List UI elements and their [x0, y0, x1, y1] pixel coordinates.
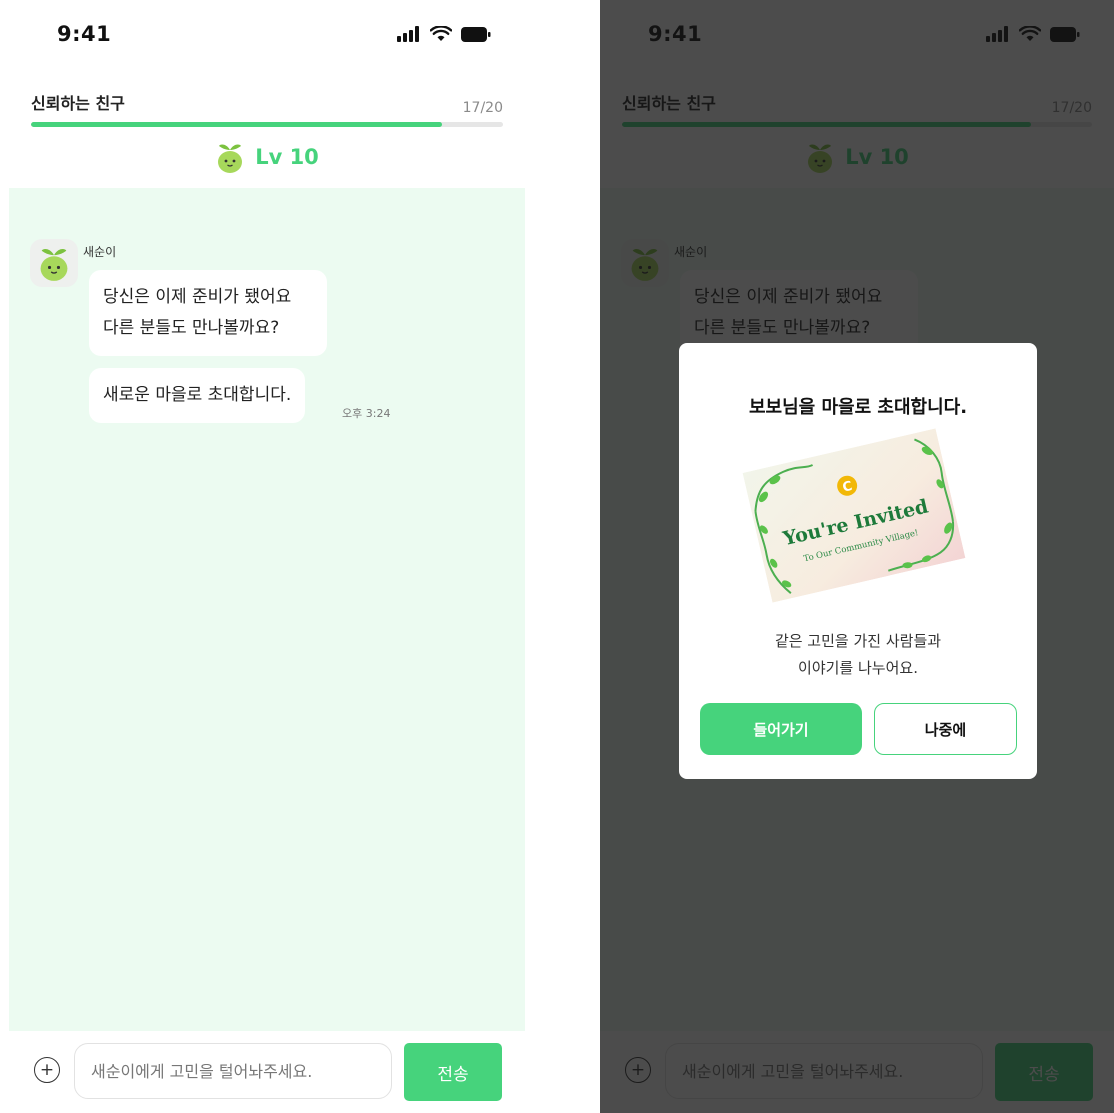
plus-circle-icon[interactable]: + [34, 1057, 60, 1083]
relationship-progress [31, 122, 503, 127]
status-bar: 9:41 [9, 0, 525, 70]
status-icons [397, 26, 491, 42]
chat-screen: 9:41 신뢰하는 친구 17/20 Lv 10 새순이 당신은 이제 준비가 … [9, 0, 525, 1113]
sprout-avatar-icon [40, 249, 68, 281]
send-button[interactable]: 전송 [404, 1043, 502, 1101]
bot-avatar[interactable] [30, 239, 78, 287]
message-timestamp: 오후 3:24 [342, 407, 391, 420]
message-input[interactable] [74, 1043, 392, 1099]
chat-area[interactable]: 새순이 당신은 이제 준비가 됐어요 다른 분들도 만나볼까요? 새로운 마을로… [9, 188, 525, 1031]
modal-description: 같은 고민을 가진 사람들과 이야기를 나누어요. [679, 628, 1037, 682]
level-indicator: Lv 10 [9, 140, 525, 174]
message-line: 새로운 마을로 초대합니다. [103, 385, 292, 405]
wifi-icon [430, 26, 452, 41]
relationship-count: 17/20 [462, 100, 503, 116]
message-composer: + 전송 [9, 1031, 525, 1113]
battery-icon [461, 26, 491, 42]
chat-bubble: 새로운 마을로 초대합니다. [89, 368, 306, 423]
signal-icon [397, 26, 419, 42]
sender-name: 새순이 [83, 245, 117, 259]
sprout-icon [218, 144, 243, 173]
modal-description-line: 같은 고민을 가진 사람들과 [774, 632, 942, 650]
chat-bubble: 당신은 이제 준비가 됐어요 다른 분들도 만나볼까요? [89, 270, 327, 356]
relationship-progress-fill [31, 122, 442, 127]
modal-title: 보보님을 마을로 초대합니다. [748, 397, 968, 418]
message-line: 다른 분들도 만나볼까요? [103, 318, 280, 338]
level-text: Lv 10 [255, 145, 319, 169]
status-time: 9:41 [57, 22, 112, 46]
enter-button[interactable]: 들어가기 [700, 703, 862, 755]
invitation-card-image: C You're Invited To Our Community Villag… [742, 428, 966, 603]
invite-modal: 보보님을 마을로 초대합니다. C You're Invited To Our … [679, 343, 1037, 779]
message-line: 당신은 이제 준비가 됐어요 [103, 287, 292, 307]
relationship-title: 신뢰하는 친구 [31, 94, 125, 113]
friend-level-header: 신뢰하는 친구 17/20 Lv 10 [9, 70, 525, 188]
modal-description-line: 이야기를 나누어요. [798, 659, 918, 677]
later-button[interactable]: 나중에 [874, 703, 1017, 755]
chat-screen-with-invite: 9:41 신뢰하는 친구 17/20 Lv 10 [600, 0, 1114, 1113]
